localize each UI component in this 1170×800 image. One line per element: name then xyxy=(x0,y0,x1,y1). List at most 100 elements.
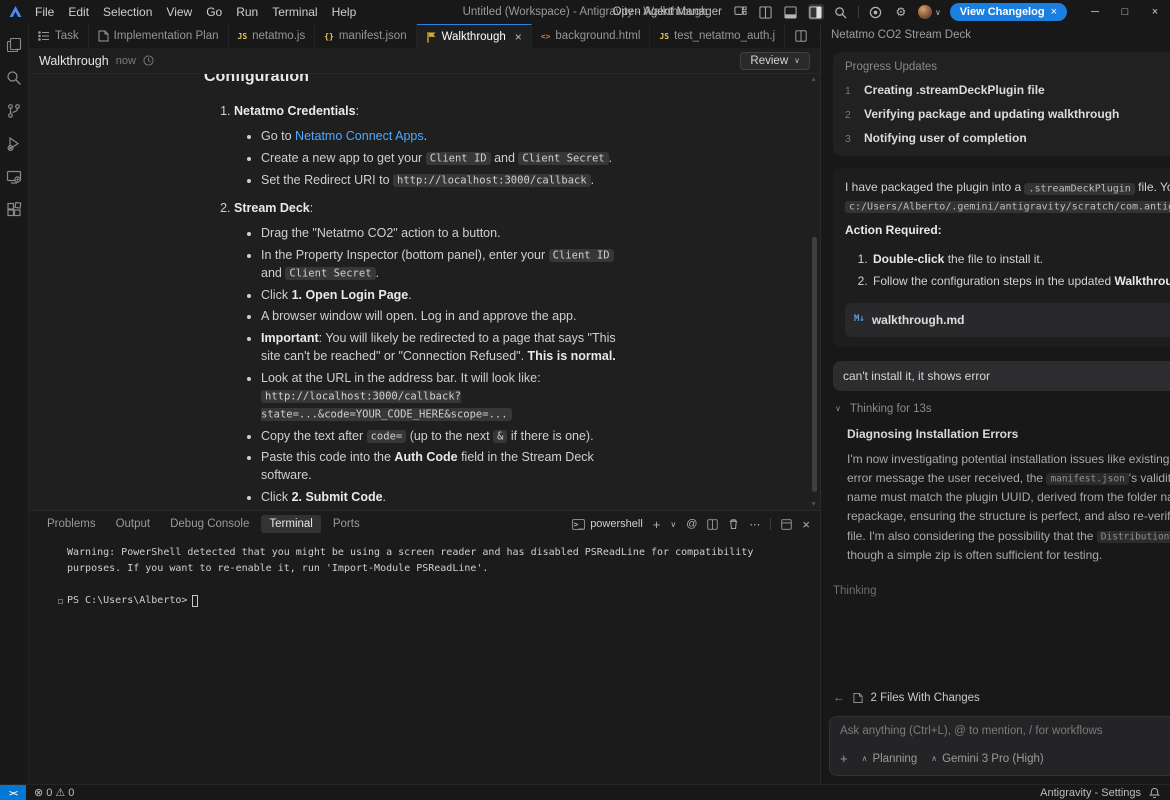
walkthrough-title: Walkthrough xyxy=(39,54,109,68)
list-item: Set the Redirect URI to http://localhost… xyxy=(261,171,636,189)
chevron-down-icon[interactable]: ∨ xyxy=(670,520,676,529)
tab-output[interactable]: Output xyxy=(108,515,159,533)
remote-explorer-icon[interactable] xyxy=(5,168,23,186)
split-terminal-icon[interactable] xyxy=(707,519,718,530)
agent-input-placeholder[interactable]: Ask anything (Ctrl+L), @ to mention, / f… xyxy=(840,725,1170,737)
terminal-shell-selector[interactable]: >_ powershell xyxy=(572,518,643,530)
tab-label: Task xyxy=(55,30,79,42)
run-debug-icon[interactable] xyxy=(5,135,23,153)
menu-file[interactable]: File xyxy=(28,3,61,21)
close-tab-icon[interactable]: × xyxy=(515,30,522,44)
progress-item[interactable]: 1 Creating .streamDeckPlugin file xyxy=(845,83,1170,97)
tab-manifest-json[interactable]: {} manifest.json xyxy=(315,24,416,48)
kill-terminal-icon[interactable] xyxy=(728,518,739,530)
add-context-icon[interactable]: + xyxy=(840,751,848,766)
open-agent-manager-button[interactable]: Open Agent Manager xyxy=(613,6,722,18)
progress-item[interactable]: 3 Notifying user of completion xyxy=(845,131,1170,145)
customize-layout-icon[interactable] xyxy=(733,4,749,20)
maximize-panel-icon[interactable] xyxy=(781,519,792,530)
progress-item-number: 3 xyxy=(845,133,853,145)
review-button[interactable]: Review ∨ xyxy=(740,52,810,70)
tab-debug-console[interactable]: Debug Console xyxy=(162,515,257,533)
tab-test-netatmo-auth[interactable]: JS test_netatmo_auth.j xyxy=(650,24,785,48)
tab-task[interactable]: Task xyxy=(29,24,89,48)
explorer-icon[interactable] xyxy=(5,36,23,54)
scroll-up-icon[interactable]: ▲ xyxy=(810,76,817,83)
terminal[interactable]: Warning: PowerShell detected that you mi… xyxy=(29,537,820,784)
tab-problems[interactable]: Problems xyxy=(39,515,104,533)
shell-label: powershell xyxy=(590,518,643,530)
record-icon[interactable] xyxy=(868,4,884,20)
javascript-icon: JS xyxy=(238,32,248,41)
gear-icon[interactable]: ⚙ xyxy=(893,4,909,20)
split-editor-icon[interactable] xyxy=(795,30,807,42)
scroll-down-icon[interactable]: ▼ xyxy=(810,501,817,508)
editor-scrollbar[interactable] xyxy=(812,237,817,492)
menu-bar: File Edit Selection View Go Run Terminal… xyxy=(0,3,363,21)
mode-label: Planning xyxy=(872,753,917,765)
thinking-heading: Diagnosing Installation Errors xyxy=(847,427,1170,441)
new-terminal-icon[interactable]: + xyxy=(653,517,661,532)
maximize-button[interactable]: □ xyxy=(1110,0,1140,24)
tab-implementation-plan[interactable]: Implementation Plan xyxy=(89,24,229,48)
tab-terminal[interactable]: Terminal xyxy=(261,515,320,533)
menu-edit[interactable]: Edit xyxy=(61,3,96,21)
progress-item[interactable]: 2 Verifying package and updating walkthr… xyxy=(845,107,1170,121)
agent-input-box[interactable]: Ask anything (Ctrl+L), @ to mention, / f… xyxy=(829,716,1170,776)
chevron-down-icon: ∨ xyxy=(794,56,800,65)
search-icon[interactable] xyxy=(5,69,23,87)
remote-indicator[interactable]: >< xyxy=(0,785,26,800)
back-icon[interactable]: ← xyxy=(833,692,845,704)
list-item: Click 1. Open Login Page. xyxy=(261,286,636,304)
tab-netatmo-js[interactable]: JS netatmo.js xyxy=(229,24,316,48)
more-actions-icon[interactable]: ⋯ xyxy=(749,518,760,531)
toggle-secondary-sidebar-icon[interactable] xyxy=(808,4,824,20)
panel-separator xyxy=(770,518,771,530)
bottom-panel: Problems Output Debug Console Terminal P… xyxy=(29,510,820,784)
files-with-changes-bar: ← 2 Files With Changes Reject all Accept… xyxy=(821,686,1170,710)
close-window-button[interactable]: × xyxy=(1140,0,1170,24)
minimize-button[interactable]: ─ xyxy=(1080,0,1110,24)
thinking-toggle[interactable]: ∨ Thinking for 13s xyxy=(835,403,1170,415)
problems-status[interactable]: ⊗ 0 ⚠ 0 xyxy=(34,786,74,799)
close-icon[interactable]: × xyxy=(1051,6,1057,18)
tab-background-html[interactable]: <> background.html xyxy=(532,24,651,48)
file-chip-walkthrough-md[interactable]: M↓ walkthrough.md Open xyxy=(845,303,1170,337)
agent-conversation[interactable]: Progress Updates Expand all ‹ 1 Creating… xyxy=(821,46,1170,686)
menu-terminal[interactable]: Terminal xyxy=(265,3,324,21)
menu-go[interactable]: Go xyxy=(199,3,229,21)
chevron-up-icon: ∧ xyxy=(862,754,868,763)
menu-help[interactable]: Help xyxy=(325,3,364,21)
list-item: Stream Deck: Drag the "Netatmo CO2" acti… xyxy=(234,199,636,510)
menu-view[interactable]: View xyxy=(159,3,199,21)
search-icon[interactable] xyxy=(833,4,849,20)
menu-selection[interactable]: Selection xyxy=(96,3,159,21)
titlebar-separator xyxy=(858,6,859,18)
list-item: Important: You will likely be redirected… xyxy=(261,329,636,365)
history-clock-icon[interactable] xyxy=(143,55,154,66)
view-changelog-label: View Changelog xyxy=(960,6,1045,18)
menu-run[interactable]: Run xyxy=(229,3,265,21)
terminal-prompt[interactable]: PS C:\Users\Alberto> xyxy=(67,593,810,609)
close-panel-icon[interactable]: × xyxy=(802,517,810,532)
bell-icon[interactable] xyxy=(1149,787,1160,799)
view-changelog-button[interactable]: View Changelog × xyxy=(950,3,1067,21)
mode-selector[interactable]: ∧ Planning xyxy=(862,753,918,765)
files-with-changes-label[interactable]: 2 Files With Changes xyxy=(871,692,980,704)
antigravity-settings-label[interactable]: Antigravity - Settings xyxy=(1040,787,1141,799)
toggle-panel-icon[interactable] xyxy=(783,4,799,20)
source-control-icon[interactable] xyxy=(5,102,23,120)
tab-walkthrough[interactable]: Walkthrough × xyxy=(417,24,532,48)
chevron-down-icon: ∨ xyxy=(935,8,941,17)
mention-icon[interactable]: @ xyxy=(686,518,697,530)
extensions-icon[interactable] xyxy=(5,201,23,219)
agent-conversation-title: Netatmo CO2 Stream Deck xyxy=(831,29,971,41)
tab-label: background.html xyxy=(555,30,640,42)
walkthrough-document[interactable]: Configuration Netatmo Credentials: Go to… xyxy=(29,74,820,510)
json-icon: {} xyxy=(324,32,334,41)
tab-ports[interactable]: Ports xyxy=(325,515,368,533)
split-editor-icon[interactable] xyxy=(758,4,774,20)
walkthrough-flag-icon xyxy=(426,31,437,43)
account-menu[interactable]: ∨ xyxy=(918,5,941,19)
model-selector[interactable]: ∧ Gemini 3 Pro (High) xyxy=(931,753,1043,765)
